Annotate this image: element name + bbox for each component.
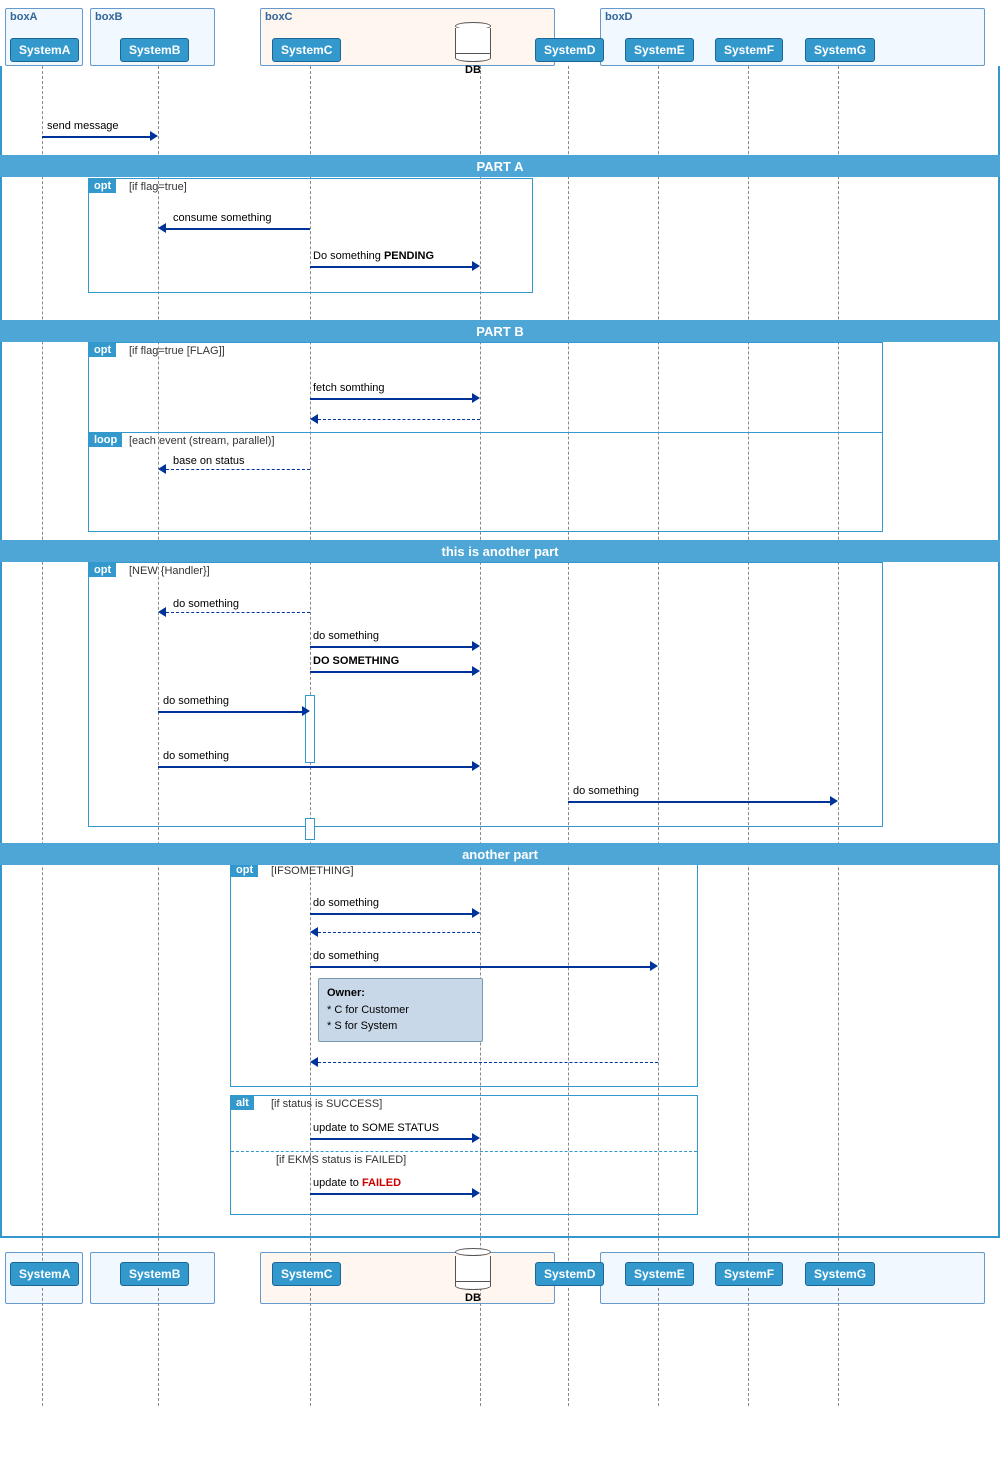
- actor-SystemC-bottom: SystemC: [272, 1262, 341, 1286]
- fragment-opt1-label: opt: [89, 179, 116, 193]
- arrow-label-do-something-DG: do something: [573, 785, 639, 797]
- arrow-return-1: [310, 415, 480, 423]
- footer-actors: SystemA SystemB SystemC DB SystemD Syste…: [0, 1240, 1000, 1320]
- actor-SystemG-bottom: SystemG: [805, 1262, 875, 1286]
- lifeline-SystemA: [42, 66, 43, 1406]
- actor-SystemE-top: SystemE: [625, 38, 694, 62]
- fragment-opt4-label: opt: [231, 863, 258, 877]
- arrow-label-send-message: send message: [47, 120, 119, 132]
- fragment-opt4: opt [IFSOMETHING]: [230, 862, 698, 1087]
- fragment-opt3-condition: [NEW {Handler}]: [129, 565, 210, 577]
- arrow-update-some-status: update to SOME STATUS: [310, 1130, 480, 1146]
- arrow-base-on-status: base on status: [158, 465, 310, 473]
- arrow-do-something-bold: DO SOMETHING: [310, 663, 480, 679]
- part-B-label: PART B: [476, 324, 523, 339]
- actor-SystemC-top: SystemC: [272, 38, 341, 62]
- arrow-do-something-DG: do something: [568, 793, 838, 809]
- arrow-label-fetch-something: fetch somthing: [313, 382, 385, 394]
- diagram-container: boxA boxB boxC boxD SystemA SystemB Syst…: [0, 0, 1000, 1464]
- arrow-label-do-something-BDB: do something: [163, 750, 229, 762]
- fragment-alt1-condition: [if status is SUCCESS]: [271, 1098, 382, 1110]
- arrow-update-failed: update to FAILED: [310, 1185, 480, 1201]
- fragment-opt2-label: opt: [89, 343, 116, 357]
- actor-SystemE-bottom: SystemE: [625, 1262, 694, 1286]
- part-bar-another: this is another part: [0, 540, 1000, 562]
- actor-DB-label: DB: [465, 64, 481, 76]
- part-bar-A: PART A: [0, 155, 1000, 177]
- fragment-opt1-condition: [if flag=true]: [129, 181, 187, 193]
- arrow-do-something-BDB: do something: [158, 758, 480, 774]
- arrow-do-something-pending: Do something PENDING: [310, 258, 480, 274]
- arrow-do-something-solid1: do something: [310, 638, 480, 654]
- actor-SystemG-top: SystemG: [805, 38, 875, 62]
- part-another-label: this is another part: [441, 544, 558, 559]
- arrow-label-do-something-BC: do something: [163, 695, 229, 707]
- arrow-do-something-BC: do something: [158, 703, 310, 719]
- fragment-opt3-label: opt: [89, 563, 116, 577]
- arrow-label-do-something-pending: Do something PENDING: [313, 250, 434, 262]
- actor-SystemB-top: SystemB: [120, 38, 189, 62]
- group-boxD-label: boxD: [601, 9, 984, 25]
- group-boxC-label: boxC: [261, 9, 554, 25]
- fragment-opt4-condition: [IFSOMETHING]: [271, 865, 354, 877]
- fragment-alt1-alt-condition: [if EKMS status is FAILED]: [276, 1154, 406, 1166]
- activation-SystemC-2: [305, 818, 315, 840]
- arrow-label-consume-something: consume something: [173, 212, 271, 224]
- fragment-alt1-divider: [231, 1151, 697, 1152]
- part-bar-another-part: another part: [0, 843, 1000, 865]
- group-boxA-label: boxA: [6, 9, 82, 25]
- fragment-loop1: loop [each event (stream, parallel)]: [88, 432, 883, 532]
- actor-SystemD-bottom: SystemD: [535, 1262, 604, 1286]
- actor-SystemB-bottom: SystemB: [120, 1262, 189, 1286]
- fragment-opt2-condition: [if flag=true [FLAG]]: [129, 345, 225, 357]
- part-A-label: PART A: [477, 159, 524, 174]
- arrow-label-do-something1: do something: [173, 598, 239, 610]
- part-bar-B: PART B: [0, 320, 1000, 342]
- arrow-do-something-CE: do something: [310, 958, 658, 974]
- actor-SystemF-top: SystemF: [715, 38, 783, 62]
- actor-SystemA-bottom: SystemA: [10, 1262, 79, 1286]
- arrow-label-do-something-bold: DO SOMETHING: [313, 655, 399, 667]
- fragment-loop1-condition: [each event (stream, parallel)]: [129, 435, 275, 447]
- arrow-send-message: send message: [42, 128, 158, 144]
- note-owner: Owner: * C for Customer * S for System: [318, 978, 483, 1042]
- arrow-fetch-something: fetch somthing: [310, 390, 480, 406]
- arrow-label-base-on-status: base on status: [173, 455, 245, 467]
- group-boxB-label: boxB: [91, 9, 214, 25]
- arrow-consume-something: consume something: [158, 220, 310, 236]
- arrow-label-do-something-CE: do something: [313, 950, 379, 962]
- arrow-label-update-failed: update to FAILED: [313, 1177, 401, 1189]
- actor-SystemF-bottom: SystemF: [715, 1262, 783, 1286]
- arrow-label-do-something2: do something: [313, 630, 379, 642]
- actor-DB-bottom: DB: [455, 1248, 491, 1304]
- actor-DB-top: DB: [455, 22, 491, 76]
- actor-DB-bottom-label: DB: [465, 1292, 481, 1304]
- actor-SystemD-top: SystemD: [535, 38, 604, 62]
- arrow-return-DB1: [310, 928, 480, 936]
- part-another-part-label: another part: [462, 847, 538, 862]
- fragment-opt1: opt [if flag=true]: [88, 178, 533, 293]
- fragment-loop1-label: loop: [89, 433, 122, 447]
- arrow-label-update-some-status: update to SOME STATUS: [313, 1122, 439, 1134]
- actor-SystemA-top: SystemA: [10, 38, 79, 62]
- arrow-return-long: [310, 1058, 658, 1066]
- arrow-do-something-dashed1: do something: [158, 608, 310, 616]
- arrow-label-do-something-CDB1: do something: [313, 897, 379, 909]
- fragment-alt1-label: alt: [231, 1096, 254, 1110]
- arrow-do-something-CDB1: do something: [310, 905, 480, 921]
